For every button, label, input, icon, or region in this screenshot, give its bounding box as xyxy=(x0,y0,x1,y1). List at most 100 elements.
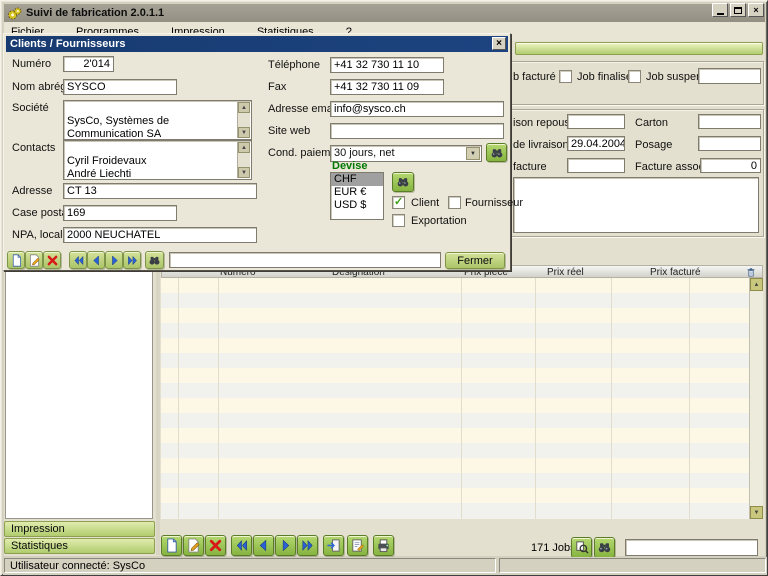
previous-record-icon xyxy=(90,254,103,267)
close-button[interactable]: × xyxy=(748,3,764,17)
dialog-title: Clients / Fournisseurs xyxy=(10,38,126,50)
new-client-button[interactable] xyxy=(7,251,25,269)
scroll-down-icon[interactable]: ▼ xyxy=(238,127,250,138)
client-search-input[interactable] xyxy=(169,252,441,268)
job-suspendu-checkbox[interactable] xyxy=(628,70,641,83)
previous-job-button[interactable] xyxy=(253,535,274,556)
print-jobs-button[interactable] xyxy=(373,535,394,556)
devise-option[interactable]: USD $ xyxy=(331,199,383,212)
dialog-close-button[interactable]: × xyxy=(492,37,506,50)
table-row[interactable] xyxy=(161,488,749,503)
devise-search-button[interactable] xyxy=(392,172,414,192)
trash-icon[interactable] xyxy=(745,266,757,278)
contacts-textarea[interactable]: Cyril Froidevaux André Liechti ▲ ▼ xyxy=(63,140,252,180)
column-divider xyxy=(689,278,690,519)
column-divider xyxy=(611,278,612,519)
last-client-button[interactable] xyxy=(123,251,141,269)
edit-document-icon xyxy=(186,538,201,553)
table-row[interactable] xyxy=(161,323,749,338)
site-web-field[interactable] xyxy=(330,123,504,139)
fournisseur-checkbox[interactable] xyxy=(448,196,461,209)
find-jobs-button[interactable] xyxy=(594,537,615,558)
minimize-button[interactable] xyxy=(712,3,728,17)
filter-search-button[interactable] xyxy=(571,537,592,558)
job-notes-textarea[interactable] xyxy=(513,177,759,233)
search-client-button[interactable] xyxy=(145,251,164,269)
telephone-field[interactable]: +41 32 730 11 10 xyxy=(330,57,444,73)
table-row[interactable] xyxy=(161,308,749,323)
sidebar-list[interactable] xyxy=(5,270,153,519)
adresse-field[interactable]: CT 13 xyxy=(63,183,257,199)
header-prix-facture[interactable]: Prix facturé xyxy=(650,267,701,278)
edit-client-button[interactable] xyxy=(25,251,43,269)
job-status-field[interactable] xyxy=(698,68,761,84)
devise-option[interactable]: CHF xyxy=(331,173,383,186)
fournisseur-checkbox-label: Fournisseur xyxy=(465,197,523,209)
societe-textarea[interactable]: SysCo, Systèmes de Communication SA ▲ ▼ xyxy=(63,100,252,140)
table-scrollbar[interactable]: ▲ ▼ xyxy=(749,278,763,519)
jobs-search-input[interactable] xyxy=(625,539,758,556)
new-job-button[interactable] xyxy=(161,535,182,556)
case-postale-field[interactable]: 169 xyxy=(63,205,177,221)
fermer-button[interactable]: Fermer xyxy=(445,252,505,269)
table-row[interactable] xyxy=(161,428,749,443)
job-facture-label-fragment: b facturé xyxy=(513,71,556,83)
clients-fournisseurs-dialog: Clients / Fournisseurs × Numéro 2'014 No… xyxy=(3,33,511,271)
table-row[interactable] xyxy=(161,398,749,413)
livraison-repoussee-field[interactable] xyxy=(567,114,625,129)
delete-job-button[interactable] xyxy=(205,535,226,556)
edit-job-button[interactable] xyxy=(183,535,204,556)
contacts-scroll-rail[interactable]: ▲ ▼ xyxy=(237,142,250,178)
job-header-bar[interactable] xyxy=(515,42,763,55)
societe-scroll-rail[interactable]: ▲ ▼ xyxy=(237,102,250,138)
table-row[interactable] xyxy=(161,368,749,383)
exportation-checkbox[interactable] xyxy=(392,214,405,227)
npa-localite-field[interactable]: 2000 NEUCHATEL xyxy=(63,227,257,243)
scroll-up-button[interactable]: ▲ xyxy=(750,278,763,291)
date-facture-field[interactable] xyxy=(567,158,625,173)
first-client-button[interactable] xyxy=(69,251,87,269)
export-job-button[interactable] xyxy=(323,535,344,556)
previous-client-button[interactable] xyxy=(87,251,105,269)
magnifier-document-icon xyxy=(574,540,589,555)
table-row[interactable] xyxy=(161,338,749,353)
table-row[interactable] xyxy=(161,293,749,308)
scroll-down-icon[interactable]: ▼ xyxy=(238,167,250,178)
client-checkbox[interactable] xyxy=(392,196,405,209)
email-field[interactable]: info@sysco.ch xyxy=(330,101,504,117)
devise-option[interactable]: EUR € xyxy=(331,186,383,199)
fax-field[interactable]: +41 32 730 11 09 xyxy=(330,79,444,95)
table-row[interactable] xyxy=(161,443,749,458)
report-job-button[interactable] xyxy=(347,535,368,556)
column-divider xyxy=(535,278,536,519)
table-row[interactable] xyxy=(161,278,749,293)
table-row[interactable] xyxy=(161,353,749,368)
next-client-button[interactable] xyxy=(105,251,123,269)
job-finalise-checkbox[interactable] xyxy=(559,70,572,83)
header-prix-reel[interactable]: Prix réel xyxy=(547,267,584,278)
table-row[interactable] xyxy=(161,413,749,428)
facture-associee-field[interactable]: 0 xyxy=(700,158,761,173)
table-row[interactable] xyxy=(161,503,749,518)
delete-client-button[interactable] xyxy=(43,251,61,269)
first-job-button[interactable] xyxy=(231,535,252,556)
scroll-down-button[interactable]: ▼ xyxy=(750,506,763,519)
cond-paiement-search-button[interactable] xyxy=(486,143,507,162)
chevron-down-icon[interactable]: ▼ xyxy=(466,147,480,160)
next-job-button[interactable] xyxy=(275,535,296,556)
carton-field[interactable] xyxy=(698,114,761,129)
posage-field[interactable] xyxy=(698,136,761,151)
scroll-up-icon[interactable]: ▲ xyxy=(238,142,250,153)
numero-field[interactable]: 2'014 xyxy=(63,56,114,72)
date-livraison-field[interactable]: 29.04.2004 xyxy=(567,136,625,151)
table-row[interactable] xyxy=(161,383,749,398)
sidebar-section-statistiques[interactable]: Statistiques xyxy=(4,538,155,554)
table-row[interactable] xyxy=(161,458,749,473)
devise-listbox[interactable]: CHF EUR € USD $ xyxy=(330,172,384,220)
table-row[interactable] xyxy=(161,473,749,488)
maximize-button[interactable] xyxy=(730,3,746,17)
scroll-up-icon[interactable]: ▲ xyxy=(238,102,250,113)
sidebar-section-impression[interactable]: Impression xyxy=(4,521,155,537)
last-job-button[interactable] xyxy=(297,535,318,556)
nom-abrege-field[interactable]: SYSCO xyxy=(63,79,177,95)
